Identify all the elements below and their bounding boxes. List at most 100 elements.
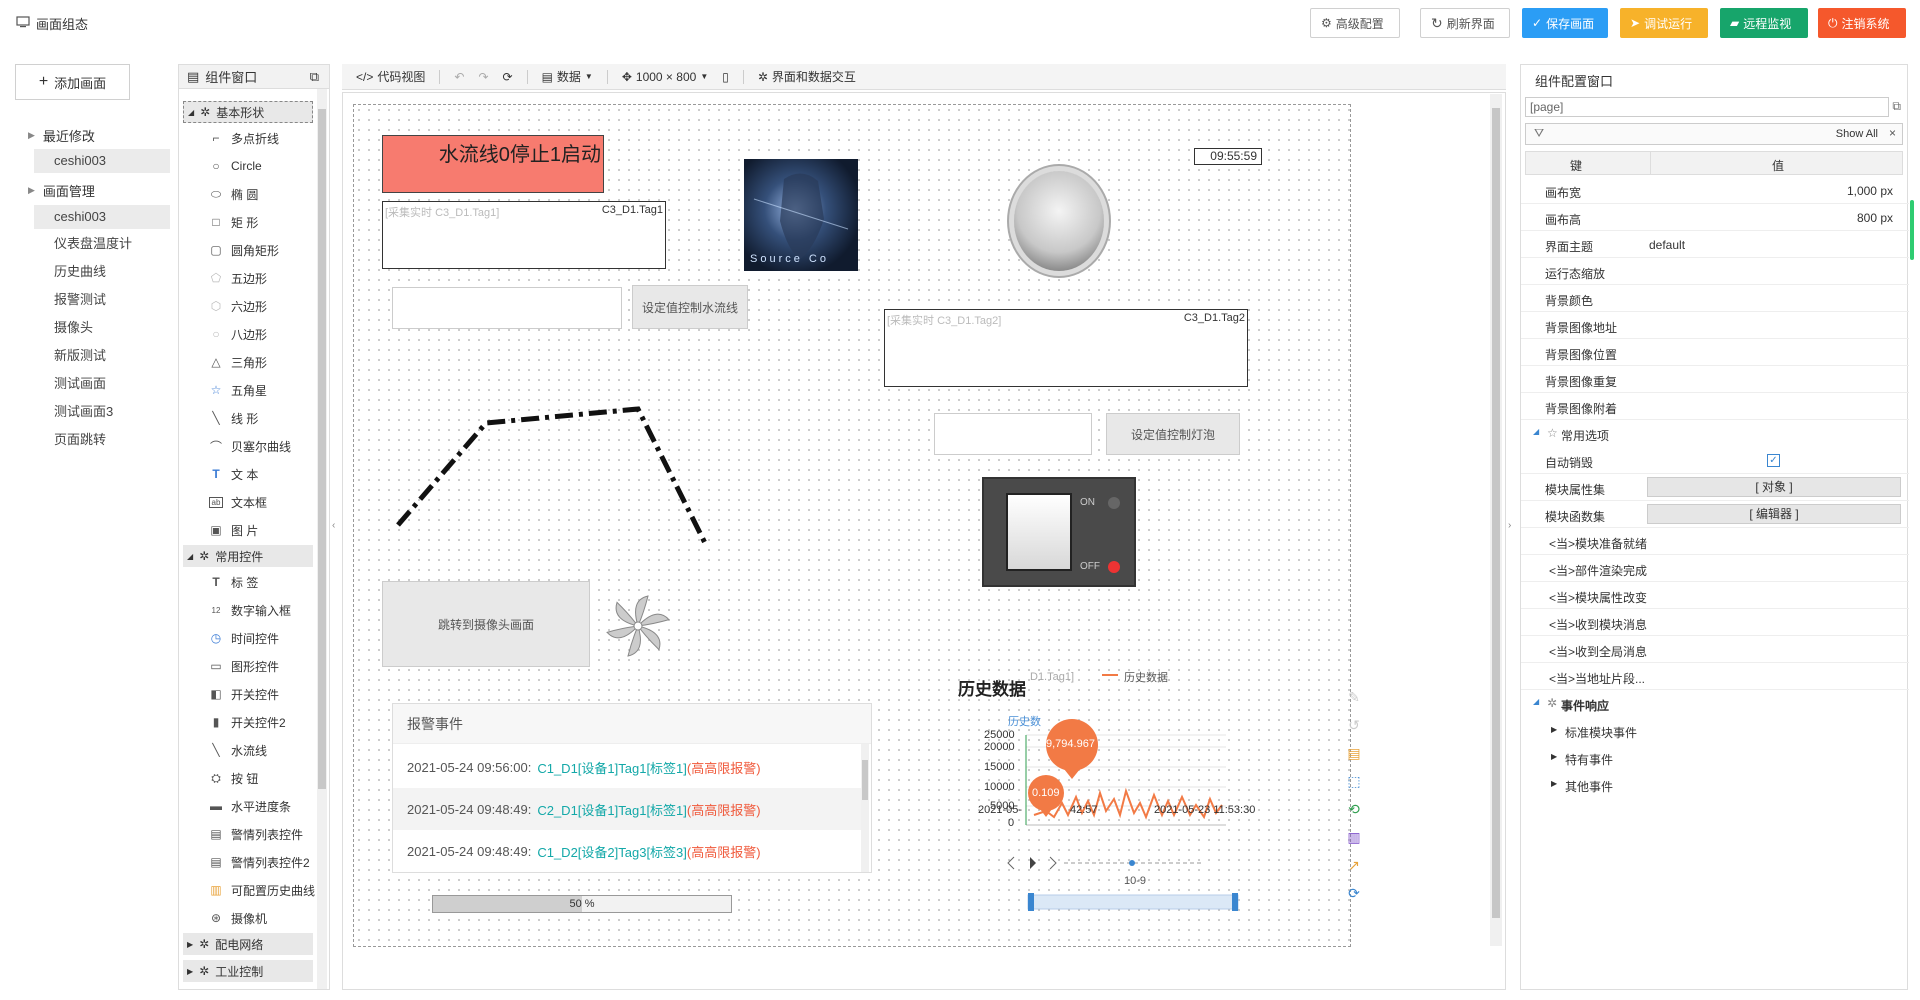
event-row[interactable]: <当>模块属性改变 [1521, 582, 1909, 609]
comp-image[interactable]: ▣ 图 片 [209, 519, 258, 541]
comp-button[interactable]: ⛭ 按 钮 [209, 767, 258, 789]
tag1-display[interactable]: [采集实时 C3_D1.Tag1] C3_D1.Tag1 [382, 201, 666, 269]
waterflow-value-input[interactable] [392, 287, 622, 329]
group-industrial[interactable]: ▶ ✲ 工业控制 [183, 960, 313, 982]
page-item[interactable]: 新版测试 [34, 344, 170, 368]
comp-bezier[interactable]: ⌒ 贝塞尔曲线 [209, 435, 291, 457]
config-row[interactable]: 背景颜色 [1521, 285, 1909, 312]
group-basic-shapes[interactable]: ◢ ✲ 基本形状 [183, 101, 313, 123]
jump-camera-button[interactable]: 跳转到摄像头画面 [382, 581, 590, 667]
right-scroll-indicator[interactable] [1910, 200, 1914, 260]
auto-destroy-row[interactable]: 自动销毁 ✓ [1521, 447, 1909, 474]
comp-history-chart[interactable]: ▥ 可配置历史曲线 [209, 879, 315, 901]
module-props-row[interactable]: 模块属性集 [ 对象 ] [1521, 474, 1909, 501]
comp-graphic[interactable]: ▭ 图形控件 [209, 655, 279, 677]
config-row[interactable]: 背景图像重复 [1521, 366, 1909, 393]
filter-bar[interactable]: ⛛ Show All × [1525, 123, 1903, 145]
alarm-row[interactable]: 2021-05-24 09:48:49: C2_D1[设备1]Tag1[标签1](… [393, 788, 863, 830]
comp-text[interactable]: T文 本 [209, 463, 258, 485]
save-view-button[interactable]: ✓ 保存画面 [1522, 8, 1608, 38]
comp-textbox[interactable]: ab 文本框 [209, 491, 267, 513]
config-row[interactable]: 运行态缩放 [1521, 258, 1909, 285]
recent-group[interactable]: ▶ 最近修改 [28, 126, 95, 145]
sub-event-row[interactable]: ▶ 标准模块事件 [1521, 717, 1909, 744]
comp-triangle[interactable]: △ 三角形 [209, 351, 267, 373]
event-row[interactable]: <当>模块准备就绪 [1521, 528, 1909, 555]
comp-number-input[interactable]: 12 数字输入框 [209, 599, 291, 621]
collapse-left-handle[interactable]: ‹ [332, 520, 340, 538]
logout-button[interactable]: ⏻ 注销系统 [1818, 8, 1906, 38]
restore-icon[interactable]: ⟲ [1344, 795, 1364, 823]
comp-hexagon[interactable]: ⬡ 六边形 [209, 295, 267, 317]
event-row[interactable]: <当>当地址片段... [1521, 663, 1909, 690]
comp-time[interactable]: ◷ 时间控件 [209, 627, 279, 649]
comp-switch[interactable]: ◧ 开关控件 [209, 683, 279, 705]
comp-pentagon[interactable]: ⬠ 五边形 [209, 267, 267, 289]
zoom-icon[interactable]: ⬚ [1344, 767, 1364, 795]
debug-run-button[interactable]: ➤ 调试运行 [1620, 8, 1708, 38]
set-waterflow-button[interactable]: 设定值控制水流线 [632, 285, 748, 329]
comp-alarm-list[interactable]: ▤ 警情列表控件 [209, 823, 303, 845]
comp-ellipse[interactable]: ⬭ 椭 圆 [209, 183, 258, 205]
module-props-button[interactable]: [ 对象 ] [1647, 477, 1901, 497]
comp-camera[interactable]: ⊛ 摄像机 [209, 907, 267, 929]
alarm-row[interactable]: 2021-05-24 09:48:49: C1_D2[设备2]Tag3[标签3](… [393, 830, 863, 872]
module-funcs-button[interactable]: [ 编辑器 ] [1647, 504, 1901, 524]
comp-label-control[interactable]: T标 签 [209, 571, 258, 593]
advanced-config-button[interactable]: ⚙ 高级配置 [1310, 8, 1400, 38]
event-row[interactable]: <当>部件渲染完成 [1521, 555, 1909, 582]
comp-switch2[interactable]: ▮ 开关控件2 [209, 711, 286, 733]
collapse-right-handle[interactable]: › [1508, 520, 1516, 538]
comp-rect[interactable]: □ 矩 形 [209, 211, 258, 233]
config-row[interactable]: 背景图像附着 [1521, 393, 1909, 420]
page-item[interactable]: 测试画面3 [34, 400, 170, 424]
module-funcs-row[interactable]: 模块函数集 [ 编辑器 ] [1521, 501, 1909, 528]
design-canvas[interactable]: 水流线0停止1启动 [采集实时 C3_D1.Tag1] C3_D1.Tag1 S… [353, 104, 1361, 947]
alarm-scrollbar[interactable] [861, 744, 869, 872]
comp-hprogress[interactable]: ▬ 水平进度条 [209, 795, 291, 817]
auto-destroy-checkbox[interactable]: ✓ [1767, 454, 1780, 467]
refresh-view-button[interactable]: ↻ 刷新界面 [1420, 8, 1510, 38]
remote-monitor-button[interactable]: ▰ 远程监视 [1720, 8, 1808, 38]
page-item[interactable]: 报警测试 [34, 288, 170, 312]
event-row[interactable]: <当>收到全局消息 [1521, 636, 1909, 663]
sub-event-row[interactable]: ▶ 其他事件 [1521, 771, 1909, 798]
power-switch[interactable]: ON OFF [982, 477, 1136, 587]
undo-button[interactable]: ↶ [454, 70, 464, 84]
code-view-button[interactable]: </> 代码视图 [356, 68, 425, 85]
reload-button[interactable]: ⟳ [503, 70, 513, 84]
popout-icon[interactable]: ⧉ [310, 69, 319, 85]
fan-icon[interactable] [606, 593, 670, 659]
data-menu[interactable]: ▤ 数据 ▼ [542, 68, 593, 85]
alarm-row[interactable]: 2021-05-24 09:56:00: C1_D1[设备1]Tag1[标签1](… [393, 746, 863, 788]
bar-chart-icon[interactable]: ▥ [1344, 823, 1364, 851]
comp-polyline[interactable]: ⌐ 多点折线 [209, 127, 279, 149]
data-view-icon[interactable]: ▤ [1344, 739, 1364, 767]
config-row[interactable]: 画布高 800 px [1521, 204, 1909, 231]
line-chart-icon[interactable]: ↗ [1344, 851, 1364, 879]
history-chart[interactable]: 历史数据 D1.Tag1] 历史数据 历史数 25000 20000 15000… [954, 665, 1334, 925]
page-item[interactable]: 摄像头 [34, 316, 170, 340]
page-item[interactable]: 仪表盘温度计 [34, 232, 170, 256]
pencil-icon[interactable]: ✎ [1344, 683, 1364, 711]
set-light-button[interactable]: 设定值控制灯泡 [1106, 413, 1240, 455]
config-row[interactable]: 画布宽 1,000 px [1521, 177, 1909, 204]
dashed-polyline[interactable] [394, 375, 714, 555]
add-page-button[interactable]: + 添加画面 [15, 64, 130, 100]
mobile-preview-button[interactable]: ▯ [722, 70, 729, 84]
comp-waterflow[interactable]: ╲ 水流线 [209, 739, 267, 761]
sub-event-row[interactable]: ▶ 特有事件 [1521, 744, 1909, 771]
page-item[interactable]: 历史曲线 [34, 260, 170, 284]
manage-group[interactable]: ▶ 画面管理 [28, 181, 95, 200]
recent-page-item[interactable]: ceshi003 [34, 149, 170, 173]
comp-circle[interactable]: ○ Circle [209, 155, 261, 177]
comp-alarm-list2[interactable]: ▤ 警情列表控件2 [209, 851, 309, 873]
group-common-controls[interactable]: ◢ ✲ 常用控件 [183, 545, 313, 567]
comp-rounded-rect[interactable]: ▢ 圆角矩形 [209, 239, 279, 261]
config-row[interactable]: 背景图像位置 [1521, 339, 1909, 366]
group-power-network[interactable]: ▶ ✲ 配电网络 [183, 933, 313, 955]
clock-display[interactable]: 09:55:59 [1194, 148, 1262, 165]
horizontal-progress[interactable]: 50 % [432, 895, 732, 913]
comp-star[interactable]: ☆ 五角星 [209, 379, 267, 401]
target-field[interactable]: [page] [1525, 97, 1889, 117]
